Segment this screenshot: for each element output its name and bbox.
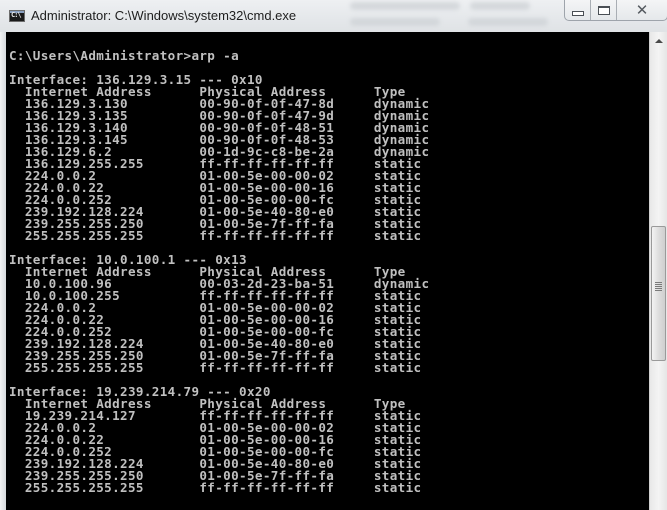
maximize-icon [597, 5, 610, 15]
arp-entry-row: 255.255.255.255 ff-ff-ff-ff-ff-ff static [9, 360, 422, 375]
close-icon: ✕ [635, 0, 649, 19]
window-title: Administrator: C:\Windows\system32\cmd.e… [31, 8, 297, 23]
arp-entry-row: 255.255.255.255 ff-ff-ff-ff-ff-ff static [9, 480, 422, 495]
scroll-up-arrow-icon[interactable] [650, 32, 667, 49]
close-button[interactable]: ✕ [617, 0, 667, 20]
console-output[interactable]: C:\Users\Administrator>arp -a Interface: … [6, 32, 649, 510]
cmd-icon[interactable]: C:\ [9, 10, 25, 22]
vertical-scrollbar[interactable] [649, 32, 667, 510]
title-bar[interactable]: C:\ Administrator: C:\Windows\system32\c… [0, 0, 667, 32]
command-prompt: C:\Users\Administrator>arp -a [9, 48, 240, 63]
scroll-grip-icon [655, 282, 662, 291]
arp-entry-row: 255.255.255.255 ff-ff-ff-ff-ff-ff static [9, 228, 422, 243]
maximize-button[interactable] [591, 0, 617, 20]
minimize-icon [571, 10, 584, 16]
cmd-icon-glyph: C:\ [11, 11, 22, 19]
scrollbar-thumb[interactable] [651, 226, 666, 361]
window-controls: ✕ [564, 0, 667, 21]
cmd-window: C:\ Administrator: C:\Windows\system32\c… [0, 0, 667, 510]
console-text: C:\Users\Administrator>arp -a Interface: … [6, 32, 649, 506]
minimize-button[interactable] [565, 0, 591, 20]
